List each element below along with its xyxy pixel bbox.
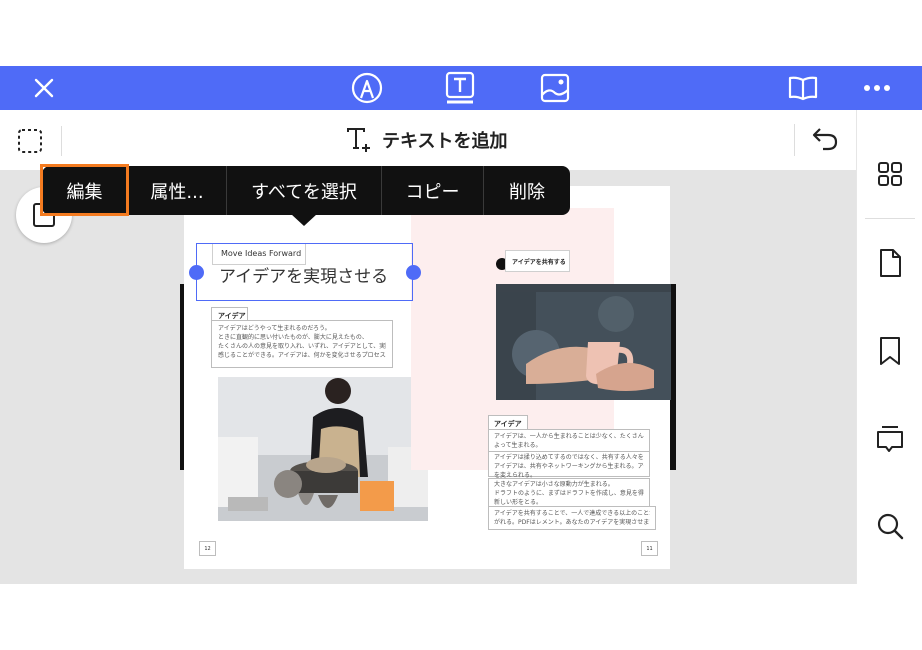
body-line: アイデアは、共有やネットワーキングから生まれる。アイデアは現実 xyxy=(494,463,644,470)
select-area-icon[interactable] xyxy=(17,128,43,158)
resize-handle-right[interactable] xyxy=(406,265,421,280)
add-text-icon xyxy=(347,128,370,152)
bookmark-icon[interactable] xyxy=(857,336,922,366)
edit-toolbar: テキストを追加 xyxy=(0,110,856,170)
page-number-right: 11 xyxy=(646,546,653,552)
body-line: ドラフトのように、まずはドラフトを作成し、意見を得る。そしてまた、 xyxy=(494,490,644,497)
badge-label: アイデアを共有する xyxy=(512,259,566,266)
image-icon[interactable] xyxy=(533,66,577,110)
text-icon[interactable] xyxy=(438,66,482,110)
body-line: よって生まれる。 xyxy=(494,442,542,449)
body-line: たくさんの人の意見を取り入れ、いずれ、アイデアとして、実際に xyxy=(218,343,386,350)
pen-icon[interactable] xyxy=(345,66,389,110)
add-text-button[interactable]: テキストを追加 xyxy=(346,126,507,154)
more-icon[interactable] xyxy=(855,66,899,110)
selection-frame[interactable] xyxy=(196,243,413,301)
body-line: 大きなアイデアは小さな原動力が生まれる。 xyxy=(494,481,614,488)
add-text-label: テキストを追加 xyxy=(382,131,508,152)
body-line: アイデアを共有することで、一人で達成できる以上のことが実現します。 xyxy=(494,510,650,517)
page-icon[interactable] xyxy=(857,248,922,278)
search-icon[interactable] xyxy=(857,512,922,540)
body-line: アイデアはどうやって生まれるのだろう。 xyxy=(218,325,331,332)
section-heading-right: アイデア xyxy=(494,420,522,428)
page-number: 12 xyxy=(204,546,211,552)
body-line: アイデアは、一人から生まれることは少なく、たくさんの共有の場を xyxy=(494,433,644,440)
sidebar-divider xyxy=(865,218,915,219)
undo-icon[interactable] xyxy=(811,126,839,156)
book-icon[interactable] xyxy=(781,66,825,110)
menu-properties[interactable]: 属性... xyxy=(128,166,227,215)
highlight-frame xyxy=(40,164,129,216)
grid-icon[interactable] xyxy=(857,160,922,188)
close-icon[interactable] xyxy=(22,66,66,110)
right-page[interactable]: アイデアを共有する アイデア アイデアは、一人から生まれることは少なく、たくさん… xyxy=(411,186,671,569)
document-canvas[interactable]: Move Ideas Forward アイデアを実現させる アイデア アイデアは… xyxy=(0,170,856,584)
menu-delete[interactable]: 削除 xyxy=(484,166,570,215)
menu-copy[interactable]: コピー xyxy=(382,166,484,215)
top-app-bar xyxy=(0,66,922,110)
body-line: 感じることができる。アイデアは、何かを変化させるプロセス。 xyxy=(218,352,386,359)
toolbar-divider xyxy=(61,126,62,156)
mug-photo[interactable] xyxy=(496,284,671,400)
resize-handle-left[interactable] xyxy=(189,265,204,280)
toolbar-divider-right xyxy=(794,124,795,156)
body-line: ときに直観的に思い付いたものが、膨大に見えたもの、 xyxy=(218,334,368,341)
right-sidebar xyxy=(856,110,922,584)
body-line: アイデアは揉り込めてするのではなく、共有する人々を通じて、 xyxy=(494,454,644,461)
context-menu-pointer xyxy=(291,214,317,226)
pottery-photo[interactable] xyxy=(218,377,428,521)
menu-select-all[interactable]: すべてを選択 xyxy=(227,166,382,215)
comment-icon[interactable] xyxy=(857,424,922,454)
body-line: がれる。PDFはレメント。あなたのアイデアを実現させます。 xyxy=(494,519,650,526)
